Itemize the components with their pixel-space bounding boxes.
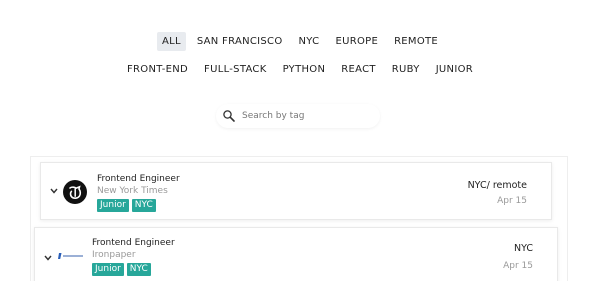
job-title: Frontend Engineer <box>97 174 180 184</box>
job-tags: Junior NYC <box>97 199 156 212</box>
tag-badge[interactable]: Junior <box>92 263 124 276</box>
skill-filter-row: FRONT-END FULL-STACK PYTHON REACT RUBY J… <box>0 60 600 79</box>
filter-python[interactable]: PYTHON <box>278 60 331 79</box>
chevron-down-icon[interactable] <box>44 255 52 261</box>
tag-badge[interactable]: Junior <box>97 199 129 212</box>
job-date: Apr 15 <box>497 196 527 206</box>
filter-front-end[interactable]: FRONT-END <box>122 60 193 79</box>
search-box[interactable] <box>216 104 380 128</box>
filter-full-stack[interactable]: FULL-STACK <box>199 60 272 79</box>
filter-react[interactable]: REACT <box>336 60 381 79</box>
filter-europe[interactable]: EUROPE <box>330 32 383 51</box>
job-card[interactable]: Frontend Engineer New York Times Junior … <box>40 162 552 220</box>
chevron-down-icon[interactable] <box>50 188 58 194</box>
tag-badge[interactable]: NYC <box>126 263 151 276</box>
job-tags: Junior NYC <box>92 263 151 276</box>
tag-badge[interactable]: NYC <box>131 199 156 212</box>
filter-remote[interactable]: REMOTE <box>389 32 443 51</box>
filter-ruby[interactable]: RUBY <box>387 60 425 79</box>
filter-junior[interactable]: JUNIOR <box>431 60 478 79</box>
job-date: Apr 15 <box>503 261 533 271</box>
company-name: Ironpaper <box>92 250 136 260</box>
ironpaper-logo <box>58 253 83 259</box>
job-location: NYC/ remote <box>467 180 527 191</box>
filter-all[interactable]: ALL <box>156 32 186 51</box>
location-filter-row: ALL SAN FRANCISCO NYC EUROPE REMOTE <box>0 32 600 51</box>
filter-nyc[interactable]: NYC <box>294 32 325 51</box>
job-card[interactable]: Frontend Engineer Ironpaper Junior NYC N… <box>34 227 558 281</box>
search-icon <box>223 110 235 122</box>
job-title: Frontend Engineer <box>92 238 175 248</box>
company-name: New York Times <box>97 186 168 196</box>
new-york-times-logo <box>63 180 87 204</box>
job-location: NYC <box>513 243 533 254</box>
search-input[interactable] <box>242 111 372 121</box>
filter-san-francisco[interactable]: SAN FRANCISCO <box>192 32 288 51</box>
